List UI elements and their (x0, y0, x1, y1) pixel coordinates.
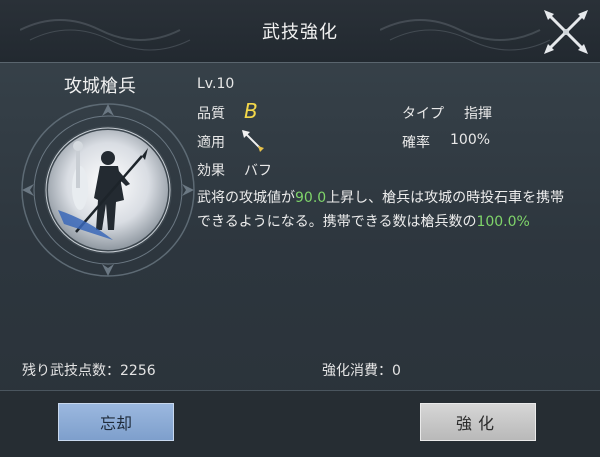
skill-level: Lv.10 (197, 76, 235, 92)
rate-value: 100% (450, 132, 491, 148)
applies-label: 適用 (197, 135, 225, 151)
description-value-1: 90.0 (295, 190, 327, 206)
rate-label: 確率 (402, 135, 430, 151)
dialog-title: 武技強化 (262, 22, 338, 43)
quality-label: 品質 (197, 106, 225, 122)
remaining-points: 残り武技点数：2256 (22, 360, 156, 380)
type-label: タイプ (402, 106, 444, 122)
skill-name: 攻城槍兵 (64, 76, 136, 97)
description-text-1: 武将の攻城値が (197, 190, 295, 206)
remaining-points-value: 2256 (120, 363, 156, 379)
description-value-2: 100.0% (476, 214, 530, 230)
enhance-cost-label: 強化消費： (322, 363, 392, 379)
remaining-points-label: 残り武技点数： (22, 363, 120, 379)
skill-medallion-icon (21, 103, 195, 277)
skill-description: 武将の攻城値が90.0上昇し、槍兵は攻城の時投石車を携帯できるようになる。携帯で… (197, 186, 577, 234)
spear-icon (242, 130, 264, 152)
close-icon[interactable] (540, 6, 592, 58)
effect-value: バフ (244, 163, 272, 179)
effect-label: 効果 (197, 163, 225, 179)
enhance-button[interactable]: 強化 (420, 403, 536, 441)
quality-value: B (244, 99, 258, 123)
type-value: 指揮 (464, 106, 492, 122)
forget-button[interactable]: 忘却 (58, 403, 174, 441)
enhance-cost: 強化消費：0 (322, 360, 401, 380)
enhance-cost-value: 0 (392, 363, 401, 379)
